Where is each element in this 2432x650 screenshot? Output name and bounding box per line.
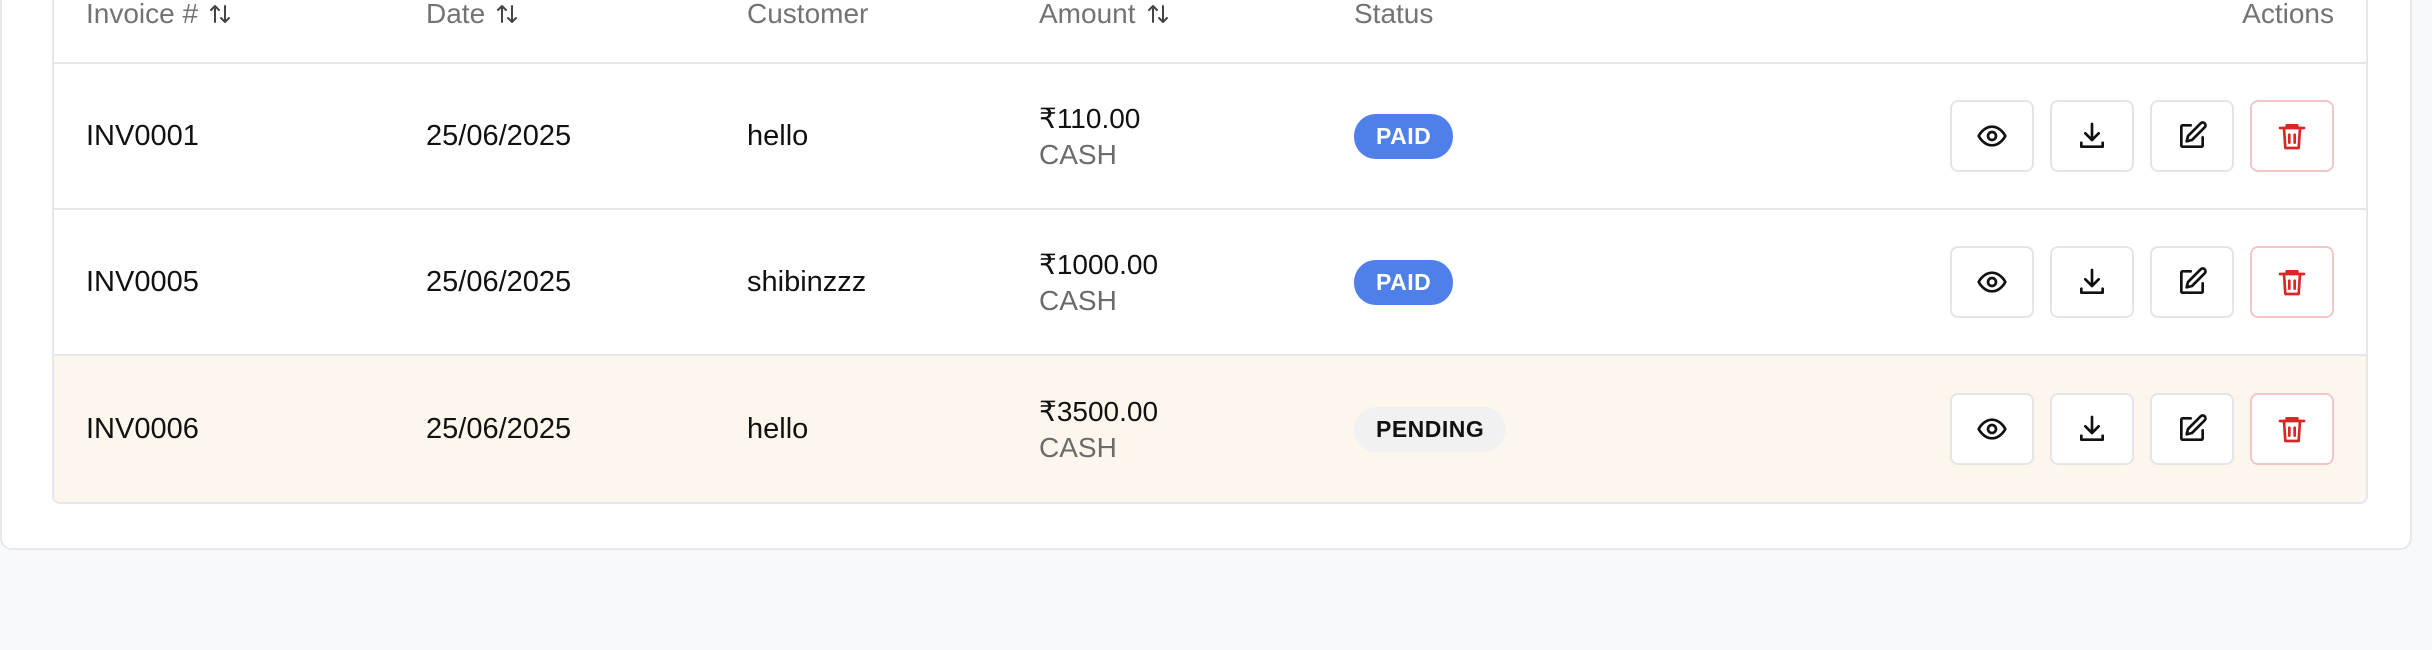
header-invoice-label: Invoice # [86,0,199,29]
download-icon [2076,120,2108,152]
invoice-number: INV0001 [86,119,199,152]
sort-arrows-icon[interactable] [1146,2,1170,26]
payment-method: CASH [1039,284,1117,316]
delete-button[interactable] [2250,393,2334,465]
download-button[interactable] [2050,393,2134,465]
status-badge: PAID [1354,113,1454,159]
table-row: INV0001 25/06/2025 hello ₹110.00 CASH PAID [54,64,2366,210]
trash-icon [2276,120,2308,152]
amount-cell: ₹110.00 CASH [1039,64,1140,208]
view-button[interactable] [1950,393,2034,465]
status-cell: PENDING [1354,356,1507,502]
table-row: INV0005 25/06/2025 shibinzzz ₹1000.00 CASH PA… [54,210,2366,356]
header-amount-label: Amount [1039,0,1136,29]
invoice-date: 25/06/2025 [426,412,572,445]
delete-button[interactable] [2250,100,2334,172]
header-amount[interactable]: Amount [1039,0,1170,30]
header-actions: Actions [2242,0,2334,30]
invoice-date: 25/06/2025 [426,265,572,298]
invoice-date: 25/06/2025 [426,119,572,152]
status-badge: PAID [1354,259,1454,305]
edit-icon [2176,120,2208,152]
trash-icon [2276,413,2308,445]
row-actions [1950,356,2334,502]
download-button[interactable] [2050,246,2134,318]
edit-icon [2176,413,2208,445]
table-row: INV0006 25/06/2025 hello ₹3500.00 CASH PENDIN… [54,356,2366,502]
eye-icon [1976,120,2008,152]
edit-icon [2176,266,2208,298]
payment-method: CASH [1039,431,1117,463]
header-date[interactable]: Date [426,0,519,30]
invoice-card: Invoice # Date Customer Amount Status Ac… [0,0,2412,550]
edit-button[interactable] [2150,246,2234,318]
delete-button[interactable] [2250,246,2334,318]
customer-name: shibinzzz [747,265,867,298]
edit-button[interactable] [2150,393,2234,465]
customer-name: hello [747,412,809,445]
eye-icon [1976,266,2008,298]
invoice-table: Invoice # Date Customer Amount Status Ac… [52,0,2368,504]
edit-button[interactable] [2150,100,2234,172]
sort-arrows-icon[interactable] [208,2,232,26]
invoice-number: INV0006 [86,412,199,445]
status-badge: PENDING [1354,406,1507,452]
status-cell: PAID [1354,64,1454,208]
header-invoice[interactable]: Invoice # [86,0,232,30]
header-customer: Customer [747,0,868,30]
header-date-label: Date [426,0,486,29]
row-actions [1950,64,2334,208]
amount-cell: ₹1000.00 CASH [1039,210,1158,354]
view-button[interactable] [1950,246,2034,318]
header-status-label: Status [1354,0,1434,29]
header-customer-label: Customer [747,0,869,29]
amount-value: ₹1000.00 [1039,248,1159,280]
trash-icon [2276,266,2308,298]
table-header: Invoice # Date Customer Amount Status Ac… [54,0,2366,64]
amount-value: ₹3500.00 [1039,395,1159,427]
header-status: Status [1354,0,1433,30]
download-icon [2076,413,2108,445]
sort-arrows-icon[interactable] [495,2,519,26]
amount-cell: ₹3500.00 CASH [1039,356,1158,502]
row-actions [1950,210,2334,354]
header-actions-label: Actions [2242,0,2334,29]
download-icon [2076,266,2108,298]
view-button[interactable] [1950,100,2034,172]
eye-icon [1976,413,2008,445]
download-button[interactable] [2050,100,2134,172]
customer-name: hello [747,119,809,152]
amount-value: ₹110.00 [1039,102,1141,134]
invoice-number: INV0005 [86,265,199,298]
payment-method: CASH [1039,138,1117,170]
status-cell: PAID [1354,210,1454,354]
